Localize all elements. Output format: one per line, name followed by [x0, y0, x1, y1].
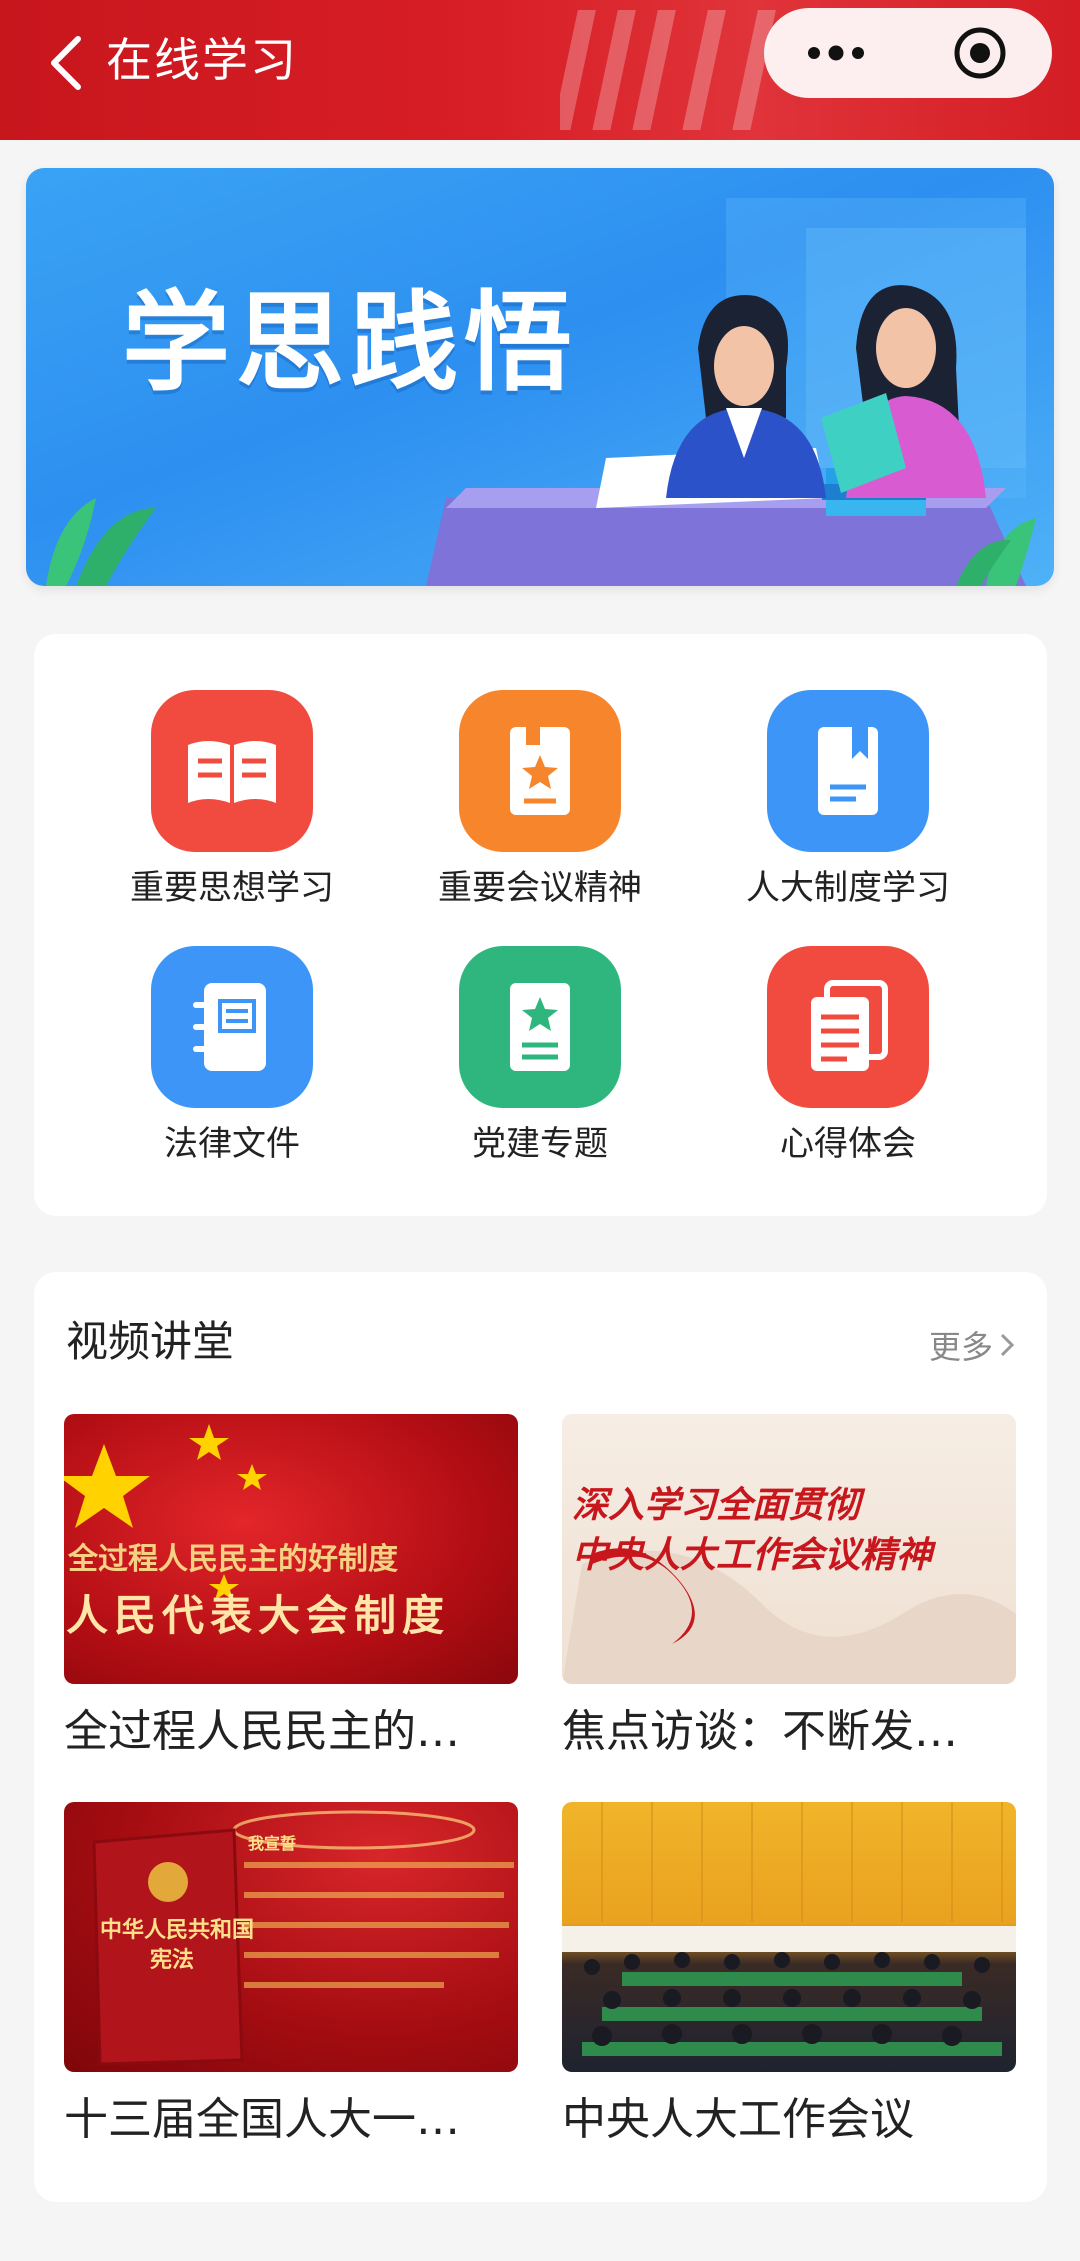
video-caption: 全过程人民民主的… [64, 1706, 460, 1757]
grid-item-label: 法律文件 [164, 1124, 300, 1164]
meeting-hall-decoration [562, 1802, 1016, 2056]
grid-item-legal-documents[interactable]: 法律文件 [82, 946, 382, 1186]
star-document-icon [459, 946, 621, 1108]
video-thumbnail [562, 1802, 1016, 2072]
chevron-right-icon [1000, 1333, 1015, 1357]
more-label: 更多 [928, 1328, 993, 1366]
thumb-line-2: 中央人大工作会议精神 [572, 1534, 933, 1576]
video-thumbnail: 我宣誓 中华人民共和国 宪法 [64, 1802, 518, 2072]
thumb-line-1: 全过程人民民主的好制度 [68, 1542, 398, 1577]
video-lecture-section: 视频讲堂 更多 全过程人民民主的好制度 人民代表大会制度 全过程人民民主的… 深… [34, 1272, 1047, 2202]
back-button[interactable] [48, 28, 108, 98]
video-caption: 十三届全国人大一… [64, 2094, 460, 2145]
thumb-line-2: 人民代表大会制度 [66, 1591, 451, 1640]
video-item[interactable]: 我宣誓 中华人民共和国 宪法 十三届全国人大一… [64, 1802, 518, 2150]
documents-icon [767, 946, 929, 1108]
grid-item-label: 心得体会 [780, 1124, 916, 1164]
video-thumbnail: 全过程人民民主的好制度 人民代表大会制度 [64, 1414, 518, 1684]
grid-item-important-thought[interactable]: 重要思想学习 [82, 690, 382, 930]
grid-item-npc-system[interactable]: 人大制度学习 [698, 690, 998, 930]
feature-grid: 重要思想学习 重要会议精神 人大制度学习 法律文件 党建专题 心得体会 [34, 634, 1047, 1216]
grid-item-label: 人大制度学习 [746, 868, 950, 908]
open-book-icon [151, 690, 313, 852]
title-bar: 在线学习 [0, 0, 1080, 140]
grid-item-label: 重要会议精神 [438, 868, 642, 908]
page-title: 在线学习 [106, 33, 298, 87]
grid-item-party-building[interactable]: 党建专题 [390, 946, 690, 1186]
thumb-line-1: 深入学习全面贯彻 [572, 1484, 861, 1526]
thumb-line-2: 宪法 [150, 1947, 195, 1973]
banner[interactable]: 学思践悟 [26, 168, 1054, 586]
video-thumbnail: 深入学习全面贯彻 中央人大工作会议精神 [562, 1414, 1016, 1684]
bookmark-book-icon [767, 690, 929, 852]
video-item[interactable]: 中央人大工作会议 [562, 1802, 1016, 2150]
notebook-icon [151, 946, 313, 1108]
chevron-left-icon [51, 36, 81, 90]
miniprogram-capsule [764, 8, 1052, 98]
video-caption: 焦点访谈：不断发… [562, 1706, 958, 1757]
star-book-icon [459, 690, 621, 852]
grid-item-label: 党建专题 [472, 1124, 608, 1164]
video-item[interactable]: 深入学习全面贯彻 中央人大工作会议精神 焦点访谈：不断发… [562, 1414, 1016, 1762]
grid-item-important-meeting[interactable]: 重要会议精神 [390, 690, 690, 930]
grid-item-reflections[interactable]: 心得体会 [698, 946, 998, 1186]
banner-title: 学思践悟 [122, 280, 579, 406]
more-link[interactable]: 更多 [929, 1322, 1015, 1368]
more-menu-button[interactable] [764, 8, 908, 98]
more-dots-icon [808, 45, 864, 61]
target-close-icon [954, 27, 1006, 79]
thumb-line-1: 中华人民共和国 [100, 1917, 255, 1943]
video-caption: 中央人大工作会议 [562, 2094, 914, 2145]
section-title: 视频讲堂 [66, 1317, 235, 1366]
video-item[interactable]: 全过程人民民主的好制度 人民代表大会制度 全过程人民民主的… [64, 1414, 518, 1762]
grid-item-label: 重要思想学习 [130, 868, 334, 908]
close-miniprogram-button[interactable] [908, 8, 1052, 98]
thumb-line-3: 我宣誓 [248, 1834, 297, 1853]
